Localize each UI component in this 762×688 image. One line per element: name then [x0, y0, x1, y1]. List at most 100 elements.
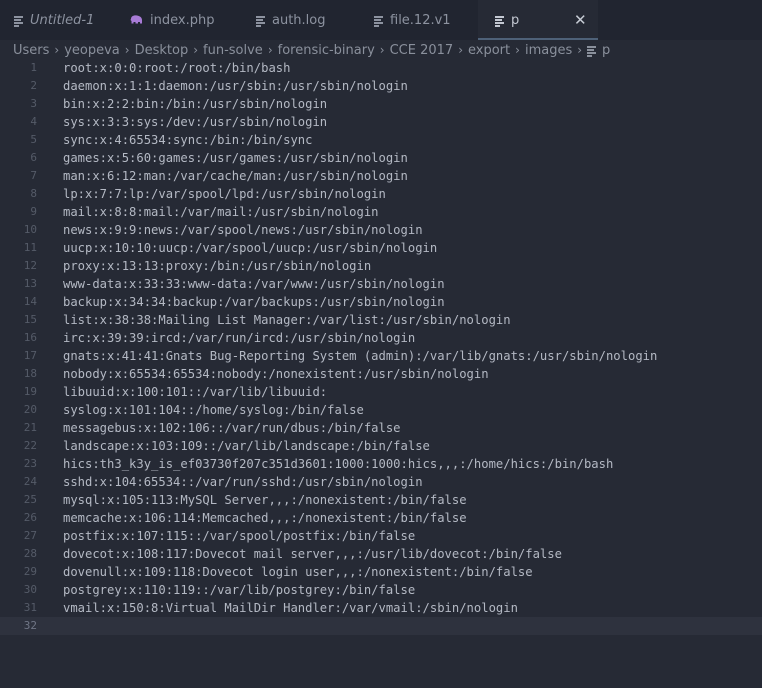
- code-line[interactable]: 6 games:x:5:60:games:/usr/games:/usr/sbin…: [0, 149, 762, 167]
- breadcrumb-separator: ›: [124, 43, 130, 57]
- line-number: 22: [23, 439, 37, 452]
- code-line[interactable]: 12 proxy:x:13:13:proxy:/bin:/usr/sbin/nol…: [0, 257, 762, 275]
- code-line[interactable]: 21 messagebus:x:102:106::/var/run/dbus:/b…: [0, 419, 762, 437]
- line-number: 6: [30, 151, 37, 164]
- code-line[interactable]: 13 www-data:x:33:33:www-data:/var/www:/us…: [0, 275, 762, 293]
- line-text: memcache:x:106:114:Memcached,,,:/nonexis…: [63, 511, 467, 525]
- code-line[interactable]: 29 dovenull:x:109:118:Dovecot login user,…: [0, 563, 762, 581]
- code-line[interactable]: 8 lp:x:7:7:lp:/var/spool/lpd:/usr/sbin/no…: [0, 185, 762, 203]
- breadcrumb-segment[interactable]: yeopeva: [64, 43, 120, 58]
- code-line[interactable]: 2 daemon:x:1:1:daemon:/usr/sbin:/usr/sbin…: [0, 77, 762, 95]
- code-line[interactable]: 4 sys:x:3:3:sys:/dev:/usr/sbin/nologin: [0, 113, 762, 131]
- tab-file-12-v1[interactable]: file.12.v1: [374, 0, 474, 40]
- line-number: 19: [23, 385, 37, 398]
- code-line[interactable]: 28 dovecot:x:108:117:Dovecot mail server,…: [0, 545, 762, 563]
- breadcrumb-separator: ›: [193, 43, 199, 57]
- tab-label: index.php: [150, 12, 215, 28]
- tab-p[interactable]: p ✕: [478, 0, 598, 40]
- code-line[interactable]: 27 postfix:x:107:115::/var/spool/postfix:…: [0, 527, 762, 545]
- line-text: www-data:x:33:33:www-data:/var/www:/usr/…: [63, 277, 445, 291]
- code-line[interactable]: 25 mysql:x:105:113:MySQL Server,,,:/nonex…: [0, 491, 762, 509]
- code-line[interactable]: 1 root:x:0:0:root:/root:/bin/bash: [0, 59, 762, 77]
- file-lines-icon: [374, 15, 383, 27]
- code-line[interactable]: 24 sshd:x:104:65534::/var/run/sshd:/usr/s…: [0, 473, 762, 491]
- line-number: 26: [23, 511, 37, 524]
- breadcrumb-segment[interactable]: fun-solve: [203, 43, 263, 58]
- line-number: 29: [23, 565, 37, 578]
- line-text: sync:x:4:65534:sync:/bin:/bin/sync: [63, 133, 313, 147]
- code-line[interactable]: 22 landscape:x:103:109::/var/lib/landscap…: [0, 437, 762, 455]
- line-text: list:x:38:38:Mailing List Manager:/var/l…: [63, 313, 511, 327]
- line-number: 5: [30, 133, 37, 146]
- line-number: 11: [23, 241, 37, 254]
- line-text: libuuid:x:100:101::/var/lib/libuuid:: [63, 385, 328, 399]
- breadcrumb-separator: ›: [458, 43, 464, 57]
- line-text: proxy:x:13:13:proxy:/bin:/usr/sbin/nolog…: [63, 259, 372, 273]
- breadcrumb-segment[interactable]: images: [525, 43, 572, 58]
- tab-auth-log[interactable]: auth.log: [256, 0, 356, 40]
- line-number: 13: [23, 277, 37, 290]
- line-text: irc:x:39:39:ircd:/var/run/ircd:/usr/sbin…: [63, 331, 416, 345]
- code-line[interactable]: 23 hics:th3_k3y_is_ef03730f207c351d3601:1…: [0, 455, 762, 473]
- line-text: bin:x:2:2:bin:/bin:/usr/sbin/nologin: [63, 97, 328, 111]
- code-line[interactable]: 17 gnats:x:41:41:Gnats Bug-Reporting Syst…: [0, 347, 762, 365]
- code-line[interactable]: 3 bin:x:2:2:bin:/bin:/usr/sbin/nologin: [0, 95, 762, 113]
- code-line[interactable]: 19 libuuid:x:100:101::/var/lib/libuuid:: [0, 383, 762, 401]
- line-number: 25: [23, 493, 37, 506]
- tab-label: Untitled-1: [30, 12, 95, 28]
- close-tab-icon[interactable]: ✕: [574, 11, 587, 29]
- code-line[interactable]: 26 memcache:x:106:114:Memcached,,,:/nonex…: [0, 509, 762, 527]
- line-text: daemon:x:1:1:daemon:/usr/sbin:/usr/sbin/…: [63, 79, 408, 93]
- code-line[interactable]: 11 uucp:x:10:10:uucp:/var/spool/uucp:/usr…: [0, 239, 762, 257]
- file-lines-icon: [495, 15, 504, 27]
- code-line[interactable]: 15 list:x:38:38:Mailing List Manager:/var…: [0, 311, 762, 329]
- line-number: 18: [23, 367, 37, 380]
- php-elephant-icon: [130, 15, 143, 25]
- code-line[interactable]: 5 sync:x:4:65534:sync:/bin:/bin/sync: [0, 131, 762, 149]
- line-text: sys:x:3:3:sys:/dev:/usr/sbin/nologin: [63, 115, 328, 129]
- breadcrumb-segment[interactable]: forensic-binary: [278, 43, 375, 58]
- line-number: 15: [23, 313, 37, 326]
- line-text: games:x:5:60:games:/usr/games:/usr/sbin/…: [63, 151, 408, 165]
- line-text: mysql:x:105:113:MySQL Server,,,:/nonexis…: [63, 493, 467, 507]
- line-text: hics:th3_k3y_is_ef03730f207c351d3601:100…: [63, 457, 614, 471]
- code-line[interactable]: 10 news:x:9:9:news:/var/spool/news:/usr/s…: [0, 221, 762, 239]
- line-number: 7: [30, 169, 37, 182]
- line-number: 21: [23, 421, 37, 434]
- editor[interactable]: 1 root:x:0:0:root:/root:/bin/bash 2 daemon:…: [0, 59, 762, 688]
- line-number: 28: [23, 547, 37, 560]
- line-number: 24: [23, 475, 37, 488]
- code-line[interactable]: 9 mail:x:8:8:mail:/var/mail:/usr/sbin/nol…: [0, 203, 762, 221]
- line-number: 32: [23, 619, 37, 632]
- line-text: dovecot:x:108:117:Dovecot mail server,,,…: [63, 547, 562, 561]
- code-line[interactable]: 32: [0, 617, 762, 635]
- breadcrumb-segment[interactable]: CCE 2017: [390, 43, 454, 58]
- breadcrumb-segment[interactable]: Desktop: [135, 43, 189, 58]
- line-text: sshd:x:104:65534::/var/run/sshd:/usr/sbi…: [63, 475, 423, 489]
- code-line[interactable]: 30 postgrey:x:110:119::/var/lib/postgrey:…: [0, 581, 762, 599]
- tab-index-php[interactable]: index.php: [130, 0, 240, 40]
- breadcrumb-segment[interactable]: Users: [13, 43, 49, 58]
- file-lines-icon: [14, 15, 23, 27]
- code-line[interactable]: 31 vmail:x:150:8:Virtual MailDir Handler:…: [0, 599, 762, 617]
- line-number: 3: [30, 97, 37, 110]
- line-number: 1: [30, 61, 37, 74]
- breadcrumb-file[interactable]: p: [602, 43, 610, 58]
- line-number: 2: [30, 79, 37, 92]
- tab-untitled-1[interactable]: Untitled-1: [14, 0, 114, 40]
- code-line[interactable]: 7 man:x:6:12:man:/var/cache/man:/usr/sbin…: [0, 167, 762, 185]
- line-text: postfix:x:107:115::/var/spool/postfix:/b…: [63, 529, 416, 543]
- line-text: nobody:x:65534:65534:nobody:/nonexistent…: [63, 367, 489, 381]
- breadcrumb-segment[interactable]: export: [468, 43, 510, 58]
- code-line[interactable]: 16 irc:x:39:39:ircd:/var/run/ircd:/usr/sb…: [0, 329, 762, 347]
- line-text: gnats:x:41:41:Gnats Bug-Reporting System…: [63, 349, 658, 363]
- file-lines-icon: [587, 45, 597, 57]
- code-line[interactable]: 18 nobody:x:65534:65534:nobody:/nonexiste…: [0, 365, 762, 383]
- line-text: dovenull:x:109:118:Dovecot login user,,,…: [63, 565, 533, 579]
- code-line[interactable]: 20 syslog:x:101:104::/home/syslog:/bin/fa…: [0, 401, 762, 419]
- tab-bar: Untitled-1 index.php auth.log file.12.v1…: [0, 0, 762, 40]
- code-line[interactable]: 14 backup:x:34:34:backup:/var/backups:/us…: [0, 293, 762, 311]
- line-number: 27: [23, 529, 37, 542]
- tab-label: p: [511, 12, 520, 28]
- file-lines-icon: [256, 15, 265, 27]
